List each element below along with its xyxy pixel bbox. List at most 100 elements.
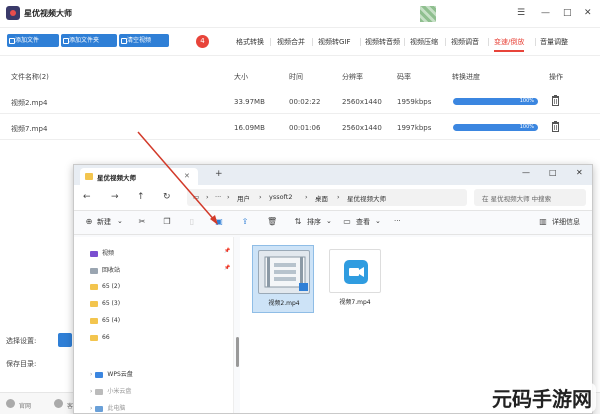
tab-video-to-audio[interactable]: 视频转音频 — [365, 37, 400, 47]
back-icon[interactable]: ← — [83, 192, 91, 202]
share-icon[interactable]: ⇪ — [240, 217, 250, 227]
sidebar-item-mi-cloud[interactable]: › 小米云盘 — [90, 386, 131, 395]
sidebar-item-recycle-bin[interactable]: 回收站 — [90, 265, 120, 274]
delete-icon[interactable]: 🗑 — [267, 217, 277, 227]
menu-icon[interactable]: ☰ — [517, 8, 525, 18]
cell-time: 00:01:06 — [289, 124, 321, 132]
paste-icon[interactable]: ▯ — [187, 217, 197, 227]
details-button[interactable]: 详细信息 — [552, 217, 580, 227]
table-row[interactable]: 视频2.mp4 33.97MB 00:02:22 2560x1440 1959k… — [0, 90, 600, 114]
table-header: 文件名称(2) 大小 时间 分辨率 码率 转换进度 操作 — [0, 66, 600, 84]
maximize-button[interactable]: □ — [549, 168, 557, 177]
breadcrumb-current[interactable]: 星优视频大师 — [347, 193, 386, 203]
explorer-tab[interactable]: 星优视频大师 ✕ — [80, 168, 198, 185]
website-link[interactable]: 官网 — [19, 401, 31, 410]
search-placeholder: 在 星优视频大师 中搜索 — [482, 195, 552, 203]
header-filename: 文件名称(2) — [11, 73, 49, 81]
file-tile-video7[interactable]: 视频7.mp4 — [324, 245, 386, 313]
header-actions: 操作 — [549, 73, 563, 81]
sort-button[interactable]: 排序 — [307, 217, 321, 227]
chevron-down-icon: ⌄ — [326, 217, 332, 225]
close-icon[interactable]: ✕ — [184, 172, 190, 180]
badge-counter[interactable]: 4 — [196, 35, 209, 48]
cut-icon[interactable]: ✂ — [137, 217, 147, 227]
file-tile-video2[interactable]: 视频2.mp4 — [252, 245, 314, 313]
breadcrumb-yssoft2[interactable]: yssoft2 — [269, 193, 292, 201]
tab-video-compress[interactable]: 视频压缩 — [410, 37, 438, 47]
cell-filename: 视频2.mp4 — [11, 99, 48, 107]
breadcrumb-chevron-icon: › — [337, 193, 340, 201]
trash-icon[interactable] — [551, 95, 560, 106]
view-icon: ▭ — [343, 217, 351, 226]
breadcrumb-desktop[interactable]: 桌面 — [315, 193, 328, 203]
cell-time: 00:02:22 — [289, 98, 321, 106]
settings-select-label: 选择设置: — [6, 337, 37, 345]
watermark: 元码手游网 — [488, 383, 596, 412]
cell-resolution: 2560x1440 — [342, 98, 382, 106]
breadcrumb-chevron-icon: › — [227, 193, 230, 201]
navigation-pane: 视频 📌 回收站 📌 65 (2) 65 (3) 65 (4) 66 › WPS云… — [74, 237, 239, 413]
breadcrumb-users[interactable]: 用户 — [237, 193, 250, 203]
close-button[interactable]: ✕ — [576, 168, 583, 177]
pin-icon: 📌 — [224, 248, 231, 254]
header-time: 时间 — [289, 73, 303, 81]
trash-icon[interactable] — [551, 121, 560, 132]
tab-video-tune[interactable]: 视频调音 — [451, 37, 479, 47]
clear-videos-button[interactable]: 清空视频 — [119, 34, 169, 47]
sidebar-item-folder[interactable]: 65 (4) — [90, 317, 120, 324]
view-button[interactable]: 查看 — [356, 217, 370, 227]
copy-icon[interactable]: ❐ — [162, 217, 172, 227]
forward-icon[interactable]: → — [111, 192, 119, 202]
tab-video-to-gif[interactable]: 视频转GIF — [318, 37, 351, 47]
refresh-icon[interactable]: ↻ — [163, 192, 171, 202]
chevron-down-icon: ⌄ — [375, 217, 381, 225]
cell-size: 33.97MB — [234, 98, 265, 106]
cell-bitrate: 1959kbps — [397, 98, 432, 106]
table-row[interactable]: 视频7.mp4 16.09MB 00:01:06 2560x1440 1997k… — [0, 116, 600, 140]
cell-filename: 视频7.mp4 — [11, 125, 48, 133]
sidebar-item-folder[interactable]: 66 — [90, 334, 110, 341]
breadcrumb-chevron-icon: › — [206, 193, 209, 201]
more-button[interactable]: ··· — [394, 217, 401, 225]
minimize-button[interactable]: — — [522, 168, 530, 177]
add-file-button[interactable]: 添加文件 — [7, 34, 59, 47]
rename-icon[interactable]: ▣ — [214, 217, 224, 227]
progress-bar: 100% — [453, 98, 538, 105]
maximize-button[interactable]: □ — [563, 8, 572, 18]
sidebar-scrollbar[interactable] — [236, 337, 239, 367]
sidebar-item-videos[interactable]: 视频 — [90, 248, 114, 257]
sidebar-item-folder[interactable]: 65 (2) — [90, 283, 120, 290]
app-title: 星优视频大师 — [24, 9, 72, 18]
pin-icon: 📌 — [224, 265, 231, 271]
file-name: 视频2.mp4 — [268, 300, 300, 307]
settings-button[interactable] — [58, 333, 72, 347]
app-logo-icon — [6, 6, 20, 20]
sidebar-item-folder[interactable]: 65 (3) — [90, 300, 120, 307]
chevron-down-icon: ⌄ — [117, 217, 123, 225]
search-input[interactable]: 在 星优视频大师 中搜索 — [474, 189, 586, 206]
address-bar[interactable]: ▭ › ··· › 用户 › yssoft2 › 桌面 › 星优视频大师 — [187, 189, 467, 206]
sidebar-item-wps-cloud[interactable]: › WPS云盘 — [90, 369, 133, 378]
explorer-titlebar: 星优视频大师 ✕ + — □ ✕ — [74, 165, 592, 185]
sidebar-item-this-pc[interactable]: › 此电脑 — [90, 403, 125, 412]
cell-bitrate: 1997kbps — [397, 124, 432, 132]
website-icon — [6, 399, 15, 408]
tab-video-merge[interactable]: 视频合并 — [277, 37, 305, 47]
tab-format-convert[interactable]: 格式转换 — [236, 37, 264, 47]
close-button[interactable]: ✕ — [584, 8, 592, 18]
cell-resolution: 2560x1440 — [342, 124, 382, 132]
add-folder-button[interactable]: 添加文件夹 — [61, 34, 117, 47]
minimize-button[interactable]: — — [541, 8, 550, 18]
folder-icon — [85, 173, 93, 180]
header-progress: 转换进度 — [452, 73, 480, 81]
progress-bar: 100% — [453, 124, 538, 131]
support-icon — [54, 399, 63, 408]
up-icon[interactable]: ↑ — [137, 192, 145, 202]
more-icon[interactable]: ··· — [215, 193, 221, 201]
tab-speed-reverse[interactable]: 变速/倒放 — [494, 37, 525, 52]
avatar[interactable] — [420, 6, 436, 22]
new-button[interactable]: 新建 — [97, 217, 111, 227]
tab-volume-adjust[interactable]: 音量调整 — [540, 37, 568, 47]
new-tab-icon[interactable]: + — [215, 169, 223, 179]
progress-label: 100% — [519, 124, 534, 130]
